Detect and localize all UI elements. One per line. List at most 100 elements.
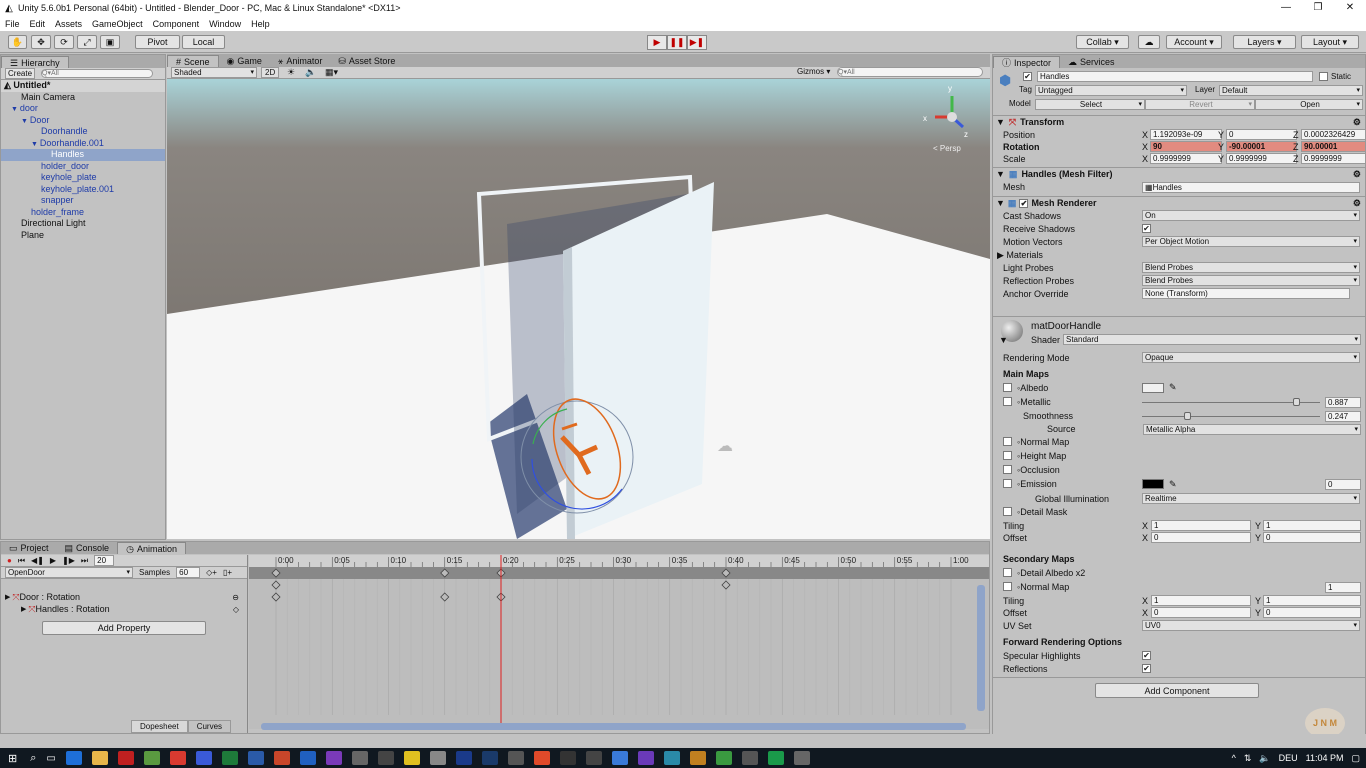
normal-map2-slot[interactable] bbox=[1003, 582, 1012, 591]
reflections-checkbox[interactable]: ✔ bbox=[1142, 664, 1151, 673]
notification-icon[interactable]: ▢ bbox=[1351, 753, 1360, 764]
menu-component[interactable]: Component bbox=[148, 19, 205, 29]
first-key-icon[interactable]: ⏮ bbox=[18, 556, 25, 566]
search-icon[interactable]: ⌕ bbox=[30, 752, 36, 765]
mesh-renderer-header[interactable]: ▼ ▦ ✔ Mesh Renderer ⚙ bbox=[993, 196, 1365, 209]
record-icon[interactable]: ● bbox=[7, 556, 12, 565]
hierarchy-item[interactable]: Doorhandle bbox=[1, 126, 165, 138]
hierarchy-item[interactable]: ▼ Doorhandle.001 bbox=[1, 138, 165, 150]
tab-services[interactable]: ☁ Services bbox=[1060, 56, 1123, 68]
add-keyframe-icon[interactable]: ◇+ bbox=[206, 568, 217, 577]
excel-icon[interactable] bbox=[221, 751, 238, 765]
app-icon[interactable] bbox=[143, 751, 160, 765]
unity-taskbar-icon[interactable] bbox=[559, 751, 576, 765]
current-frame-field[interactable]: 20 bbox=[94, 555, 115, 566]
hand-tool-icon[interactable]: ✋ bbox=[8, 35, 27, 49]
offset-x-field[interactable]: 0 bbox=[1151, 532, 1251, 543]
mesh-filter-header[interactable]: ▼ ▦ Handles (Mesh Filter) ⚙ bbox=[993, 167, 1365, 180]
metallic-slider[interactable] bbox=[1292, 398, 1300, 406]
smoothness-value[interactable]: 0.247 bbox=[1325, 411, 1361, 422]
offset-y-field[interactable]: 0 bbox=[1263, 532, 1361, 543]
add-component-button[interactable]: Add Component bbox=[1095, 683, 1259, 698]
smoothness-slider[interactable] bbox=[1183, 412, 1191, 420]
filezilla-icon[interactable] bbox=[117, 751, 134, 765]
hierarchy-item[interactable]: Main Camera bbox=[1, 92, 165, 104]
last-key-icon[interactable]: ⏭ bbox=[81, 556, 88, 566]
tiling-y-field[interactable]: 1 bbox=[1263, 520, 1361, 531]
lighting-icon[interactable]: ☀ bbox=[287, 67, 295, 78]
metallic-texture-slot[interactable] bbox=[1003, 397, 1012, 406]
app-icon[interactable] bbox=[507, 751, 524, 765]
app-icon[interactable] bbox=[715, 751, 732, 765]
menu-file[interactable]: File bbox=[0, 19, 25, 29]
model-revert-button[interactable]: Revert bbox=[1145, 99, 1255, 110]
hierarchy-item[interactable]: ▼ door bbox=[1, 103, 165, 115]
app-icon[interactable] bbox=[741, 751, 758, 765]
rotation-y-field[interactable]: -90.00001 bbox=[1226, 141, 1297, 152]
app-icon[interactable] bbox=[351, 751, 368, 765]
rotation-z-field[interactable]: 90.00001 bbox=[1301, 141, 1365, 152]
maximize-button[interactable]: ❐ bbox=[1302, 0, 1334, 16]
hierarchy-item[interactable]: snapper bbox=[1, 195, 165, 207]
add-event-icon[interactable]: ▯+ bbox=[223, 568, 232, 577]
expand-arrow-icon[interactable]: ▼ bbox=[11, 106, 20, 113]
tiling2-x-field[interactable]: 1 bbox=[1151, 595, 1251, 606]
component-gear-icon[interactable]: ⚙ bbox=[1353, 198, 1361, 209]
cloud-icon[interactable]: ☁ bbox=[1138, 35, 1160, 49]
pause-button[interactable]: ❚❚ bbox=[667, 35, 687, 50]
app-icon[interactable] bbox=[195, 751, 212, 765]
task-view-icon[interactable]: ▭ bbox=[46, 753, 55, 764]
offset2-y-field[interactable]: 0 bbox=[1263, 607, 1361, 618]
play-button[interactable]: ▶ bbox=[647, 35, 667, 50]
network-icon[interactable]: ⇅ bbox=[1244, 753, 1252, 764]
local-toggle[interactable]: Local bbox=[182, 35, 225, 49]
emission-color-swatch[interactable] bbox=[1142, 479, 1164, 489]
expand-arrow-icon[interactable]: ▶ bbox=[5, 593, 12, 601]
hierarchy-item[interactable]: Handles bbox=[1, 149, 165, 161]
account-dropdown[interactable]: Account ▾ bbox=[1166, 35, 1222, 49]
mesh-renderer-value[interactable]: Per Object Motion bbox=[1142, 236, 1360, 247]
app-icon[interactable] bbox=[585, 751, 602, 765]
scale-x-field[interactable]: 0.9999999 bbox=[1150, 153, 1222, 164]
mesh-renderer-value[interactable]: On bbox=[1142, 210, 1360, 221]
tiling-x-field[interactable]: 1 bbox=[1151, 520, 1251, 531]
step-button[interactable]: ▶❚ bbox=[687, 35, 707, 50]
tray-chevron-icon[interactable]: ^ bbox=[1232, 753, 1236, 763]
gi-dropdown[interactable]: Realtime bbox=[1142, 493, 1360, 504]
animation-track[interactable]: ▶ ⤧ Door : Rotation ⊖ bbox=[1, 591, 247, 603]
albedo-color-swatch[interactable] bbox=[1142, 383, 1164, 393]
visual-studio-icon[interactable] bbox=[325, 751, 342, 765]
hierarchy-item[interactable]: keyhole_plate bbox=[1, 172, 165, 184]
component-gear-icon[interactable]: ⚙ bbox=[1353, 169, 1361, 180]
emission-value[interactable]: 0 bbox=[1325, 479, 1361, 490]
position-z-field[interactable]: 0.0002326429 bbox=[1301, 129, 1365, 140]
tag-dropdown[interactable]: Untagged bbox=[1035, 85, 1187, 96]
hierarchy-item[interactable]: Directional Light bbox=[1, 218, 165, 230]
minimize-button[interactable]: — bbox=[1270, 0, 1302, 16]
tiling2-y-field[interactable]: 1 bbox=[1263, 595, 1361, 606]
component-gear-icon[interactable]: ⚙ bbox=[1353, 117, 1361, 128]
track-key-icon[interactable]: ⊖ bbox=[232, 593, 239, 602]
scene-root-row[interactable]: ◭ Untitled* bbox=[1, 80, 165, 92]
layers-dropdown[interactable]: Layers ▾ bbox=[1233, 35, 1296, 49]
app-icon[interactable] bbox=[663, 751, 680, 765]
expand-arrow-icon[interactable]: ▼ bbox=[31, 141, 40, 148]
clip-dropdown[interactable]: OpenDoor bbox=[5, 567, 133, 578]
chrome-icon[interactable] bbox=[533, 751, 550, 765]
expand-arrow-icon[interactable]: ▶ bbox=[21, 605, 28, 613]
normal-map2-scale[interactable]: 1 bbox=[1325, 582, 1361, 593]
app-icon[interactable] bbox=[429, 751, 446, 765]
rotation-x-field[interactable]: 90 bbox=[1150, 141, 1222, 152]
mesh-renderer-value[interactable]: Blend Probes bbox=[1142, 262, 1360, 273]
normal-map-texture-slot[interactable] bbox=[1003, 437, 1012, 446]
windows-start-icon[interactable]: ⊞ bbox=[8, 752, 17, 765]
animation-track[interactable]: ▶ ⤧ Handles : Rotation ◇ bbox=[1, 603, 247, 615]
tab-animator[interactable]: ⚹ Animator bbox=[270, 55, 330, 67]
play-anim-icon[interactable]: ▶ bbox=[50, 556, 56, 565]
app-icon[interactable] bbox=[689, 751, 706, 765]
app-icon[interactable] bbox=[403, 751, 420, 765]
height-map-texture-slot[interactable] bbox=[1003, 451, 1012, 460]
mesh-renderer-value[interactable]: Blend Probes bbox=[1142, 275, 1360, 286]
perspective-label[interactable]: < Persp bbox=[933, 144, 961, 153]
static-checkbox[interactable] bbox=[1319, 72, 1328, 81]
